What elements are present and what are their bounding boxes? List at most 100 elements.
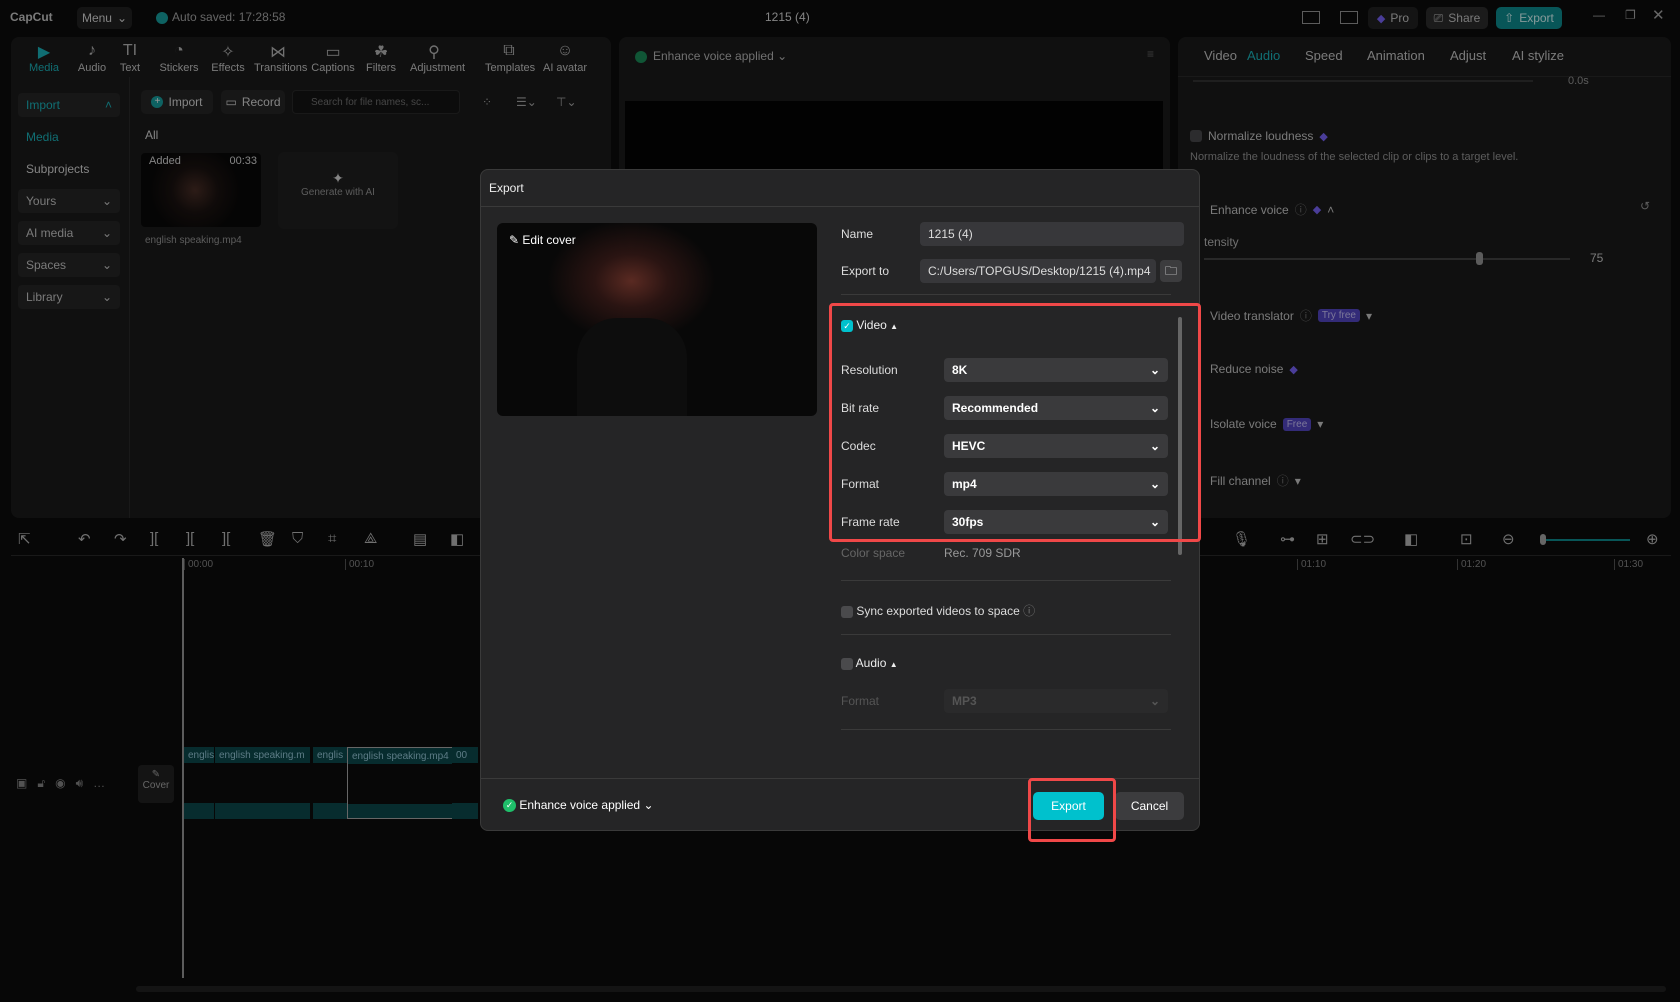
tab-audio[interactable]: Audio [1247,48,1280,63]
snap-icon[interactable]: ◧ [1404,530,1418,548]
footer-status[interactable]: ✓ Enhance voice applied ⌄ [503,798,654,813]
cover-button[interactable]: ✎ Cover [138,765,174,803]
mic-icon[interactable]: 🎙︎ [1232,530,1251,548]
link-icon[interactable]: ⊶ [1280,530,1295,548]
sidebar-item-library[interactable]: Library ⌄ [18,285,120,309]
timeline-scrollbar[interactable] [136,986,1666,992]
audio-checkbox[interactable] [841,657,853,670]
enhance-voice[interactable]: Enhance voice ⓘ ◆ ˄ [1210,201,1334,218]
tab-video[interactable]: Video [1204,48,1237,63]
menu-button[interactable]: Menu ⌄ [77,7,132,29]
audio-section-toggle[interactable]: Audio ▲ [841,656,898,670]
edit-cover-button[interactable]: ✎ Edit cover [509,233,576,247]
generate-with-ai-card[interactable]: ✦ Generate with AI [278,152,398,229]
tab-adjust[interactable]: Adjust [1450,48,1486,63]
normalize-checkbox[interactable] [1190,130,1202,142]
import-button[interactable]: + Import [141,90,213,114]
sidebar-item-media[interactable]: Media [26,130,59,144]
pro-button[interactable]: ◆ Pro [1368,7,1418,29]
tab-stickers[interactable]: ◔ Stickers [155,42,203,74]
folder-button[interactable]: 🗀︎ [1160,260,1182,282]
ai-icon[interactable]: ◧ [450,530,464,548]
replace-icon[interactable]: ▤ [413,530,427,548]
intensity-slider[interactable] [1204,252,1570,265]
marker-icon[interactable]: ⛉ [292,530,303,547]
slider-knob[interactable] [1475,252,1483,265]
split-icon[interactable]: ][ [150,530,158,547]
search-input[interactable] [292,90,460,114]
sort-icon[interactable]: ☰⌄ [516,95,537,109]
mirror-icon[interactable]: ⟁ [364,530,377,547]
export-path-input[interactable] [920,259,1156,283]
normalize-loudness[interactable]: Normalize loudness ◆ [1190,129,1328,143]
tab-captions[interactable]: ▭ Captions [309,42,357,74]
name-input[interactable] [920,222,1184,246]
grid-view-icon[interactable]: ⁘ [482,95,492,109]
tab-filters[interactable]: ☘ Filters [357,42,405,74]
record-button[interactable]: ▭ Record [221,90,285,114]
zoom-out-icon[interactable]: ⊖ [1502,530,1515,548]
reset-icon[interactable]: ↺ [1640,199,1650,213]
timeline-clip[interactable]: english speaking.m [215,747,310,819]
timeline-clip[interactable]: englis [184,747,214,819]
export-top-button[interactable]: ⇧ Export [1496,7,1562,29]
chain-icon[interactable]: ⊂⊃ [1350,530,1375,548]
sync-checkbox[interactable] [841,605,853,618]
cancel-button[interactable]: Cancel [1115,792,1184,820]
redo-icon[interactable]: ↷ [114,530,127,548]
restore-icon[interactable]: ❐ [1625,8,1636,22]
tab-adjustment[interactable]: ⚲ Adjustment [410,42,465,74]
ruler-icon[interactable]: ⊡ [1460,530,1473,548]
format-select[interactable]: mp4 ⌄ [944,472,1168,496]
menu-lines-icon[interactable]: ≡ [1147,47,1154,61]
sidebar-item-subprojects[interactable]: Subprojects [26,162,89,176]
tab-ai-stylize[interactable]: AI stylize [1512,48,1564,63]
crop-icon[interactable]: ⌗ [328,530,336,547]
close-icon[interactable]: ✕ [1652,6,1665,24]
shortcut-icon[interactable] [1340,11,1358,24]
time-value[interactable]: 0.0s [1568,75,1589,87]
bit-rate-select[interactable]: Recommended ⌄ [944,396,1168,420]
split-left-icon[interactable]: ][ [186,530,194,547]
filter-icon[interactable]: ⊤⌄ [556,95,577,109]
delete-icon[interactable]: 🗑︎ [258,530,277,548]
sidebar-item-import[interactable]: Import ˄ [18,93,120,117]
video-section-toggle[interactable]: ✓ Video ▲ [841,318,898,332]
zoom-slider[interactable] [1540,534,1630,545]
time-slider[interactable] [1193,80,1533,82]
tab-speed[interactable]: Speed [1305,48,1343,63]
dialog-scrollbar[interactable] [1178,317,1182,555]
video-translator[interactable]: Video translator ⓘ Try free ▾ [1210,307,1372,324]
sidebar-item-ai-media[interactable]: AI media ⌄ [18,221,120,245]
resolution-select[interactable]: 8K ⌄ [944,358,1168,382]
zoom-in-icon[interactable]: ⊕ [1646,530,1659,548]
isolate-voice[interactable]: Isolate voice Free ▾ [1210,417,1323,431]
more-icon[interactable]: … [93,776,115,790]
timeline-clip[interactable]: englis [313,747,347,819]
reduce-noise[interactable]: Reduce noise ◆ [1210,362,1298,376]
share-button[interactable]: ⎚ Share [1426,7,1488,29]
tab-transitions[interactable]: ⋈ Transitions [254,42,307,74]
frame-rate-select[interactable]: 30fps ⌄ [944,510,1168,534]
minimize-icon[interactable]: — [1593,8,1605,22]
eye-icon[interactable]: ◉ [55,776,75,790]
tab-animation[interactable]: Animation [1367,48,1425,63]
cover-preview[interactable]: ✎ Edit cover [497,223,817,416]
sidebar-item-spaces[interactable]: Spaces ⌄ [18,253,120,277]
undo-icon[interactable]: ↶ [78,530,91,548]
intensity-value[interactable]: 75 [1590,251,1603,265]
video-checkbox[interactable]: ✓ [841,319,853,332]
tab-templates[interactable]: ⧉ Templates [485,42,535,74]
volume-icon[interactable]: 🔊︎ [76,776,94,790]
lock-icon[interactable]: 🔓︎ [37,776,55,790]
tab-ai-avatar[interactable]: ☺ AI avatar [541,42,589,74]
slider-knob[interactable] [1540,534,1546,545]
sync-option[interactable]: Sync exported videos to space ⓘ [841,602,1035,619]
tab-text[interactable]: TI Text [106,42,154,74]
codec-select[interactable]: HEVC ⌄ [944,434,1168,458]
track-icon[interactable]: ▣ [16,776,37,790]
layout-icon[interactable] [1302,11,1320,24]
tab-effects[interactable]: ✧ Effects [204,42,252,74]
filter-all[interactable]: All [145,128,158,142]
timeline-clip[interactable]: 00 [452,747,478,819]
